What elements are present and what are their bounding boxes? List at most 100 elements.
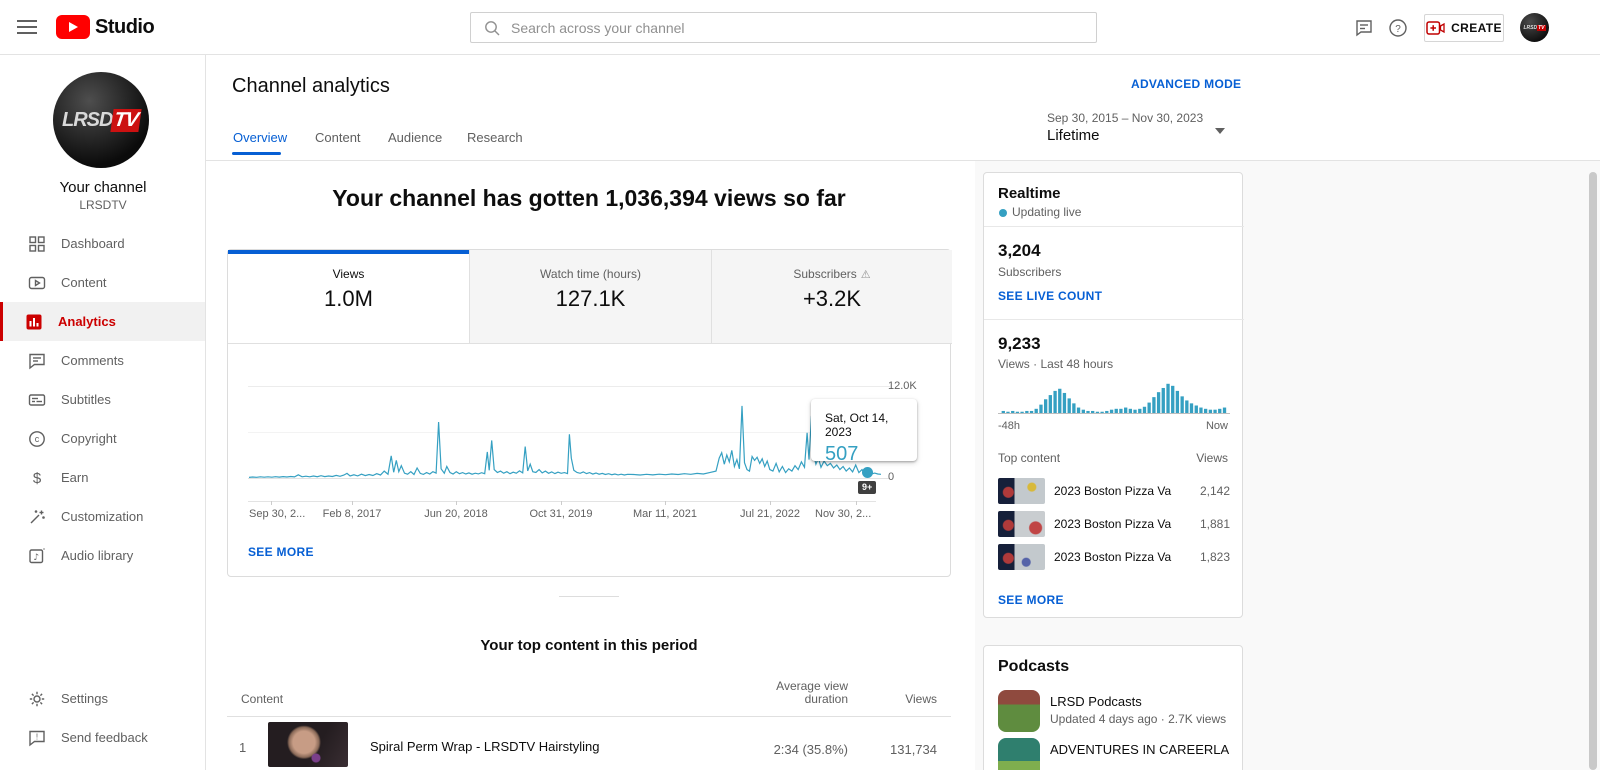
sidebar-item-earn[interactable]: $ Earn: [0, 458, 205, 497]
video-title[interactable]: Spiral Perm Wrap - LRSDTV Hairstyling: [370, 739, 599, 754]
tab-content[interactable]: Content: [315, 130, 361, 145]
podcast-title: ADVENTURES IN CAREERLAND with ...: [1050, 742, 1230, 757]
sidebar-item-customization[interactable]: Customization: [0, 497, 205, 536]
sidebar-item-label: Customization: [61, 509, 144, 524]
published-videos-badge[interactable]: 9+: [858, 481, 877, 494]
metric-label: Watch time (hours): [540, 267, 641, 281]
updating-live-label: Updating live: [1012, 205, 1082, 219]
date-range-text: Sep 30, 2015 – Nov 30, 2023: [1047, 111, 1204, 125]
advanced-mode-link[interactable]: ADVANCED MODE: [1131, 77, 1241, 91]
help-icon[interactable]: ?: [1389, 19, 1407, 37]
sidebar: LRSDTV Your channel LRSDTV Dashboard Con…: [0, 55, 206, 770]
svg-text:$: $: [33, 470, 42, 487]
podcast-meta: Updated 4 days ago · 2.7K views: [1050, 712, 1227, 726]
tab-overview[interactable]: Overview: [233, 130, 287, 145]
sidebar-item-dashboard[interactable]: Dashboard: [0, 224, 205, 263]
views-line-chart[interactable]: [249, 386, 881, 479]
comments-icon: [27, 351, 49, 371]
x-axis: [248, 501, 876, 502]
sidebar-item-copyright[interactable]: c Copyright: [0, 419, 205, 458]
channel-name: Your channel: [59, 179, 147, 196]
sidebar-item-label: Dashboard: [61, 236, 125, 251]
podcasts-card: Podcasts LRSD Podcasts Updated 4 days ag…: [983, 645, 1243, 770]
views-value: 1,881: [1199, 517, 1230, 531]
dashboard-icon: [27, 234, 49, 254]
active-tab-underline: [232, 152, 281, 155]
views-headline: Your channel has gotten 1,036,394 views …: [332, 185, 846, 211]
podcast-thumbnail: [998, 738, 1040, 770]
video-thumbnail: [998, 511, 1045, 537]
metric-tab-subscribers[interactable]: Subscribers ⚠ +3.2K: [711, 250, 952, 344]
feedback-icon[interactable]: [1355, 19, 1373, 37]
youtube-studio-logo[interactable]: Studio: [56, 15, 155, 39]
video-title: 2023 Boston Pizza Varsit...: [1054, 517, 1172, 531]
svg-text:♪: ♪: [33, 552, 39, 562]
sidebar-item-audio-library[interactable]: ♪ Audio library: [0, 536, 205, 575]
youtube-play-icon: [56, 15, 90, 39]
views-value: 2,142: [1199, 484, 1230, 498]
vertical-scrollbar[interactable]: [1589, 172, 1597, 770]
chart-tooltip: Sat, Oct 14, 2023 507: [811, 399, 917, 465]
see-live-count-link[interactable]: SEE LIVE COUNT: [998, 289, 1102, 303]
audio-library-icon: ♪: [27, 546, 49, 566]
section-divider: [559, 596, 619, 597]
metric-tab-views[interactable]: Views 1.0M: [228, 250, 469, 344]
x-axis-tick: Jul 21, 2022: [740, 508, 800, 520]
list-item[interactable]: LRSD Podcasts Updated 4 days ago · 2.7K …: [998, 690, 1230, 734]
chart-see-more-link[interactable]: SEE MORE: [248, 545, 314, 559]
list-item[interactable]: 2023 Boston Pizza Varsit... 2,142: [998, 475, 1230, 508]
video-plus-icon: [1426, 21, 1445, 35]
sidebar-item-label: Copyright: [61, 431, 117, 446]
sidebar-item-label: Earn: [61, 470, 89, 485]
search-input[interactable]: [511, 19, 1096, 36]
divider: [984, 226, 1244, 227]
settings-gear-icon: [27, 689, 49, 709]
sidebar-item-label: Audio library: [61, 548, 134, 563]
metric-value: 1.0M: [324, 286, 373, 311]
svg-text:!: !: [36, 732, 38, 741]
date-range-picker[interactable]: Sep 30, 2015 – Nov 30, 2023 Lifetime: [1047, 111, 1229, 144]
column-header-views[interactable]: Views: [887, 692, 937, 706]
video-thumbnail: [998, 544, 1045, 570]
list-item[interactable]: 2023 Boston Pizza Varsit... 1,881: [998, 508, 1230, 541]
account-avatar[interactable]: LRSDTV: [1520, 13, 1549, 42]
podcast-title: LRSD Podcasts: [1050, 694, 1142, 709]
date-preset-label: Lifetime: [1047, 127, 1100, 144]
create-button[interactable]: CREATE: [1424, 14, 1504, 42]
sidebar-item-analytics[interactable]: Analytics: [0, 302, 205, 341]
tab-research[interactable]: Research: [467, 130, 523, 145]
list-item[interactable]: 2023 Boston Pizza Varsit... 1,823: [998, 541, 1230, 574]
warning-icon: ⚠: [860, 268, 871, 281]
realtime-bar-chart[interactable]: [998, 376, 1230, 414]
top-content-heading: Your top content in this period: [480, 637, 698, 654]
channel-search[interactable]: [470, 12, 1097, 43]
svg-text:c: c: [35, 434, 40, 444]
tooltip-date: Sat, Oct 14, 2023: [825, 411, 889, 439]
sidebar-item-settings[interactable]: Settings: [0, 679, 205, 718]
views-column: Views: [1196, 451, 1228, 465]
sidebar-item-send-feedback[interactable]: ! Send feedback: [0, 718, 205, 757]
copyright-icon: c: [27, 429, 49, 449]
video-thumbnail[interactable]: [268, 722, 348, 767]
top-content-column: Top content: [998, 451, 1061, 465]
customization-icon: [27, 507, 49, 527]
hover-point-marker: [861, 467, 873, 479]
column-header-avg-view-duration[interactable]: Average view duration: [763, 680, 848, 706]
realtime-subscribers-label: Subscribers: [998, 265, 1062, 279]
realtime-see-more-link[interactable]: SEE MORE: [998, 593, 1064, 607]
tab-audience[interactable]: Audience: [388, 130, 442, 145]
column-header-content[interactable]: Content: [241, 692, 283, 706]
sidebar-item-content[interactable]: Content: [0, 263, 205, 302]
sidebar-item-label: Comments: [61, 353, 124, 368]
metric-tab-watch-time[interactable]: Watch time (hours) 127.1K: [469, 250, 711, 344]
channel-avatar[interactable]: LRSDTV: [53, 72, 149, 168]
topbar: Studio ? CREATE: [0, 0, 1600, 55]
list-item[interactable]: ADVENTURES IN CAREERLAND with ...: [998, 738, 1230, 770]
send-feedback-icon: !: [27, 728, 49, 748]
sidebar-item-subtitles[interactable]: Subtitles: [0, 380, 205, 419]
sidebar-footer: Settings ! Send feedback: [0, 679, 205, 757]
realtime-subscribers-count: 3,204: [998, 241, 1041, 260]
sidebar-item-comments[interactable]: Comments: [0, 341, 205, 380]
hamburger-menu-icon[interactable]: [17, 20, 37, 35]
sidebar-item-label: Send feedback: [61, 730, 148, 745]
